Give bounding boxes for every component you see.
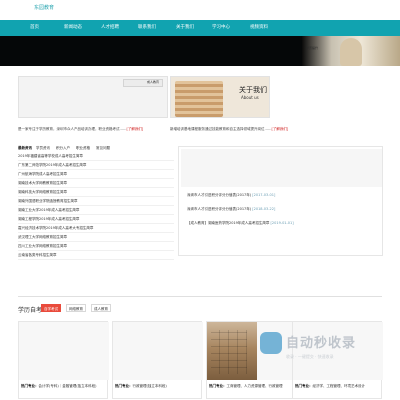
- news-list-item[interactable]: 广东第二师范学院2019年成人高考招生简章: [18, 161, 174, 170]
- building-windows: [211, 330, 247, 374]
- program-card-prefix: 热门专业：: [115, 384, 133, 388]
- program-card[interactable]: 热门专业：工商管理、人力资源管理、行政管理: [206, 321, 297, 399]
- news-list-item[interactable]: 嘉兴经济技术学院2019年成人高考大专招生简章: [18, 224, 174, 233]
- nav-item-about[interactable]: 关于我们: [176, 20, 194, 36]
- news-list-item[interactable]: 湖南科技大学网络教育招生简章: [18, 188, 174, 197]
- nav-item-contact[interactable]: 联系我们: [138, 20, 156, 36]
- tab-self-study[interactable]: 自学考试: [41, 304, 61, 312]
- intro-left-desc: 是一家专注于学历教育，深圳市众人产品培训办理，职业资格考试……[了解我们]: [18, 127, 143, 132]
- tab-online-education[interactable]: 网络教育: [66, 304, 86, 312]
- program-card-text: 会计学(专科)｜金融管理(独立本科段): [38, 384, 97, 388]
- news-panel: 深圳市人才引进积分评分分值表(2017年) [2017-03-01] 深圳市人才…: [178, 146, 383, 256]
- panel-news-date: [2019-01-01]: [270, 221, 294, 225]
- intro-right-more-link[interactable]: [了解我们]: [272, 127, 289, 131]
- tab-professional-qualification[interactable]: 职业资格: [76, 146, 90, 151]
- tab-adult-education[interactable]: 成人教育: [91, 304, 111, 312]
- main-nav: 首页 新闻动态 人才招聘 联系我们 关于我们 学习中心 视频资料: [0, 20, 400, 36]
- program-card[interactable]: 热门专业：经济学、工程管理、环境艺术设计: [292, 321, 383, 399]
- program-card-caption: 热门专业：会计学(专科)｜金融管理(独立本科段): [21, 384, 107, 389]
- program-card-text: 行政管理(独立本科段): [132, 384, 167, 388]
- program-card-prefix: 热门专业：: [209, 384, 227, 388]
- study-section: 学历自考 自学考试 网络教育 成人教育 热门专业：会计学(专科)｜金融管理(独立…: [18, 296, 383, 399]
- news-list-item[interactable]: 2019年福建省高等学校成人高考招生简章: [18, 152, 174, 161]
- jenga-blocks-image: [175, 81, 223, 117]
- panel-news-text: 【成人教育】湖南医药学院2019年成人高考招生简章: [187, 221, 270, 225]
- top-bar: 东园教育: [0, 0, 400, 20]
- intro-right-desc-text: 新增培训基地课程服务通过技能教育和自主选择领域提升岗位……: [170, 127, 272, 131]
- nav-item-news[interactable]: 新闻动态: [64, 20, 82, 36]
- tab-points-registration[interactable]: 积分入户: [56, 146, 70, 151]
- news-list-item[interactable]: 湖南工业大学2019年成人高考招生简章: [18, 206, 174, 215]
- panel-news-date: [2017-03-01]: [252, 193, 276, 197]
- program-card-text: 经济学、工程管理、环境艺术设计: [312, 384, 366, 388]
- panel-image-placeholder: [181, 149, 382, 187]
- tab-student-news[interactable]: 学员资讯: [36, 146, 50, 151]
- program-card-caption: 热门专业：经济学、工程管理、环境艺术设计: [295, 384, 381, 389]
- program-card-image: [113, 322, 203, 380]
- panel-news-text: 深圳市人才引进积分评分分值表(2017年): [187, 193, 252, 197]
- nav-item-videos[interactable]: 视频资料: [250, 20, 268, 36]
- news-list-item[interactable]: 湖南技术大学网教教育招生简章: [18, 179, 174, 188]
- program-card-prefix: 热门专业：: [21, 384, 39, 388]
- program-card-caption: 热门专业：行政管理(独立本科段): [115, 384, 201, 389]
- about-us-image[interactable]: 关于我们 About us: [170, 76, 270, 118]
- news-list-item[interactable]: 广州航海学院成人高考招生简章: [18, 170, 174, 179]
- panel-news-item[interactable]: 深圳市人才引进积分评分分值表(2017年) [2017-03-01]: [187, 193, 275, 198]
- about-title: 关于我们: [239, 86, 267, 94]
- nav-item-learning[interactable]: 学习中心: [212, 20, 230, 36]
- program-card-image: [207, 322, 297, 380]
- intro-left-desc-text: 是一家专注于学历教育，深圳市众人产品培训办理，职业资格考试……: [18, 127, 127, 131]
- intro-left-image-text: 成人教育: [146, 80, 159, 84]
- panel-news-date: [2018-03-22]: [252, 207, 276, 211]
- building-photo: [207, 322, 257, 380]
- intro-left-more-link[interactable]: [了解我们]: [127, 127, 144, 131]
- news-tabs-heading: 最新资讯: [18, 146, 32, 150]
- nav-item-home[interactable]: 首页: [30, 20, 39, 36]
- program-card-text: 工商管理、人力资源管理、行政管理: [226, 384, 283, 388]
- news-list-item[interactable]: 湖南外国语职业学院函授教育招生简章: [18, 197, 174, 206]
- banner-person-image: [340, 38, 362, 66]
- program-card-prefix: 热门专业：: [295, 384, 313, 388]
- program-card-image: [293, 322, 383, 380]
- panel-news-item[interactable]: 深圳市人才引进积分评分分值表(2017年) [2018-03-22]: [187, 207, 275, 212]
- news-list-item[interactable]: 武汉理工大学网络教育招生简章: [18, 233, 174, 242]
- tab-faq[interactable]: 常见问题: [96, 146, 110, 151]
- program-card-image: [19, 322, 109, 380]
- study-section-title: 学历自考: [18, 307, 43, 314]
- hero-banner: 学历提升: [0, 36, 400, 66]
- nav-item-jobs[interactable]: 人才招聘: [101, 20, 119, 36]
- news-list-item[interactable]: 湖南工程学院2019年成人高考招生简章: [18, 215, 174, 224]
- program-card[interactable]: 热门专业：行政管理(独立本科段): [112, 321, 203, 399]
- about-subtitle: About us: [241, 95, 259, 100]
- news-list-item[interactable]: 四川工业大学网络教育招生简章: [18, 242, 174, 251]
- banner-photo-text: 学历提升: [306, 46, 319, 50]
- program-card[interactable]: 热门专业：会计学(专科)｜金融管理(独立本科段): [18, 321, 109, 399]
- intro-right-desc: 新增培训基地课程服务通过技能教育和自主选择领域提升岗位……[了解我们]: [170, 127, 288, 132]
- site-logo[interactable]: 东园教育: [34, 4, 54, 11]
- panel-news-item[interactable]: 【成人教育】湖南医药学院2019年成人高考招生简章 [2019-01-01]: [187, 221, 294, 226]
- panel-news-text: 深圳市人才引进积分评分分值表(2017年): [187, 207, 252, 211]
- intro-left-image[interactable]: 成人教育: [18, 76, 168, 118]
- program-card-caption: 热门专业：工商管理、人力资源管理、行政管理: [209, 384, 295, 389]
- news-list-item[interactable]: 云南省各类专科招生简章: [18, 251, 174, 260]
